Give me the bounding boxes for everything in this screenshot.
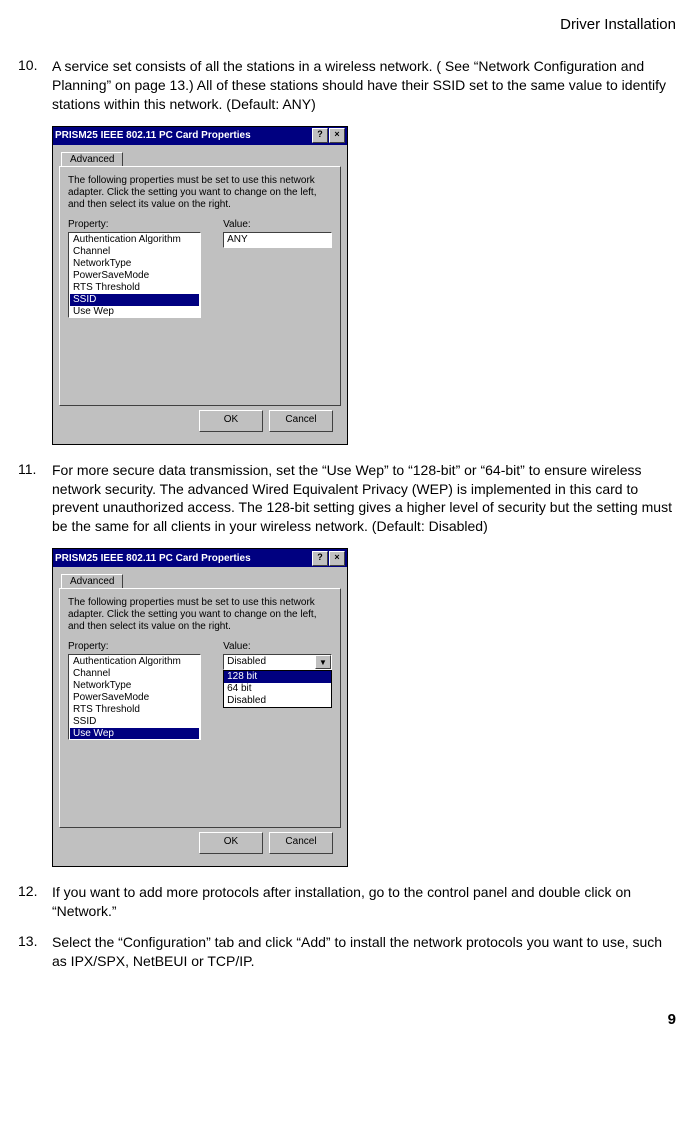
dialog-hint: The following properties must be set to … xyxy=(68,597,332,633)
combobox-dropdown[interactable]: 128 bit 64 bit Disabled xyxy=(223,670,332,708)
value-textbox[interactable]: ANY xyxy=(223,232,332,248)
step-number-11: 11. xyxy=(18,461,44,537)
screenshot-ssid-dialog: PRISM25 IEEE 802.11 PC Card Properties ?… xyxy=(52,126,676,445)
dropdown-option[interactable]: 64 bit xyxy=(224,683,331,695)
value-label: Value: xyxy=(223,219,332,230)
value-combobox[interactable]: Disabled ▼ xyxy=(223,654,332,670)
list-item[interactable]: PowerSaveMode xyxy=(70,692,199,704)
list-item-selected[interactable]: SSID xyxy=(70,294,199,306)
combobox-value: Disabled xyxy=(224,655,315,669)
property-label: Property: xyxy=(68,219,201,230)
list-item[interactable]: Authentication Algorithm xyxy=(70,234,199,246)
dropdown-option-selected[interactable]: 128 bit xyxy=(224,671,331,683)
list-item[interactable]: SSID xyxy=(70,716,199,728)
step-text-10: A service set consists of all the statio… xyxy=(52,57,676,114)
property-label: Property: xyxy=(68,641,201,652)
list-item[interactable]: RTS Threshold xyxy=(70,282,199,294)
dialog-hint: The following properties must be set to … xyxy=(68,175,332,211)
ok-button[interactable]: OK xyxy=(199,410,263,432)
value-label: Value: xyxy=(223,641,332,652)
step-text-11: For more secure data transmission, set t… xyxy=(52,461,676,537)
close-button[interactable]: × xyxy=(329,551,345,566)
property-listbox[interactable]: Authentication Algorithm Channel Network… xyxy=(68,232,201,318)
list-item[interactable]: Use Wep xyxy=(70,306,199,318)
help-button[interactable]: ? xyxy=(312,551,328,566)
list-item[interactable]: Authentication Algorithm xyxy=(70,656,199,668)
screenshot-usewep-dialog: PRISM25 IEEE 802.11 PC Card Properties ?… xyxy=(52,548,676,867)
step-text-12: If you want to add more protocols after … xyxy=(52,883,676,921)
step-number-10: 10. xyxy=(18,57,44,114)
property-listbox[interactable]: Authentication Algorithm Channel Network… xyxy=(68,654,201,740)
step-text-13: Select the “Configuration” tab and click… xyxy=(52,933,676,971)
dialog-title: PRISM25 IEEE 802.11 PC Card Properties xyxy=(55,553,251,564)
tab-advanced[interactable]: Advanced xyxy=(61,152,123,167)
list-item[interactable]: Channel xyxy=(70,246,199,258)
dialog-titlebar[interactable]: PRISM25 IEEE 802.11 PC Card Properties ?… xyxy=(53,127,347,145)
list-item[interactable]: NetworkType xyxy=(70,680,199,692)
list-item[interactable]: RTS Threshold xyxy=(70,704,199,716)
step-number-13: 13. xyxy=(18,933,44,971)
ok-button[interactable]: OK xyxy=(199,832,263,854)
list-item-selected[interactable]: Use Wep xyxy=(70,728,199,740)
chevron-down-icon[interactable]: ▼ xyxy=(315,655,331,669)
help-button[interactable]: ? xyxy=(312,128,328,143)
page-number: 9 xyxy=(18,1011,676,1028)
cancel-button[interactable]: Cancel xyxy=(269,832,333,854)
page-header: Driver Installation xyxy=(18,16,676,33)
dialog-title: PRISM25 IEEE 802.11 PC Card Properties xyxy=(55,130,251,141)
list-item[interactable]: Channel xyxy=(70,668,199,680)
list-item[interactable]: NetworkType xyxy=(70,258,199,270)
dropdown-option[interactable]: Disabled xyxy=(224,695,331,707)
list-item[interactable]: PowerSaveMode xyxy=(70,270,199,282)
close-button[interactable]: × xyxy=(329,128,345,143)
dialog-titlebar[interactable]: PRISM25 IEEE 802.11 PC Card Properties ?… xyxy=(53,549,347,567)
tab-advanced[interactable]: Advanced xyxy=(61,574,123,589)
cancel-button[interactable]: Cancel xyxy=(269,410,333,432)
step-number-12: 12. xyxy=(18,883,44,921)
